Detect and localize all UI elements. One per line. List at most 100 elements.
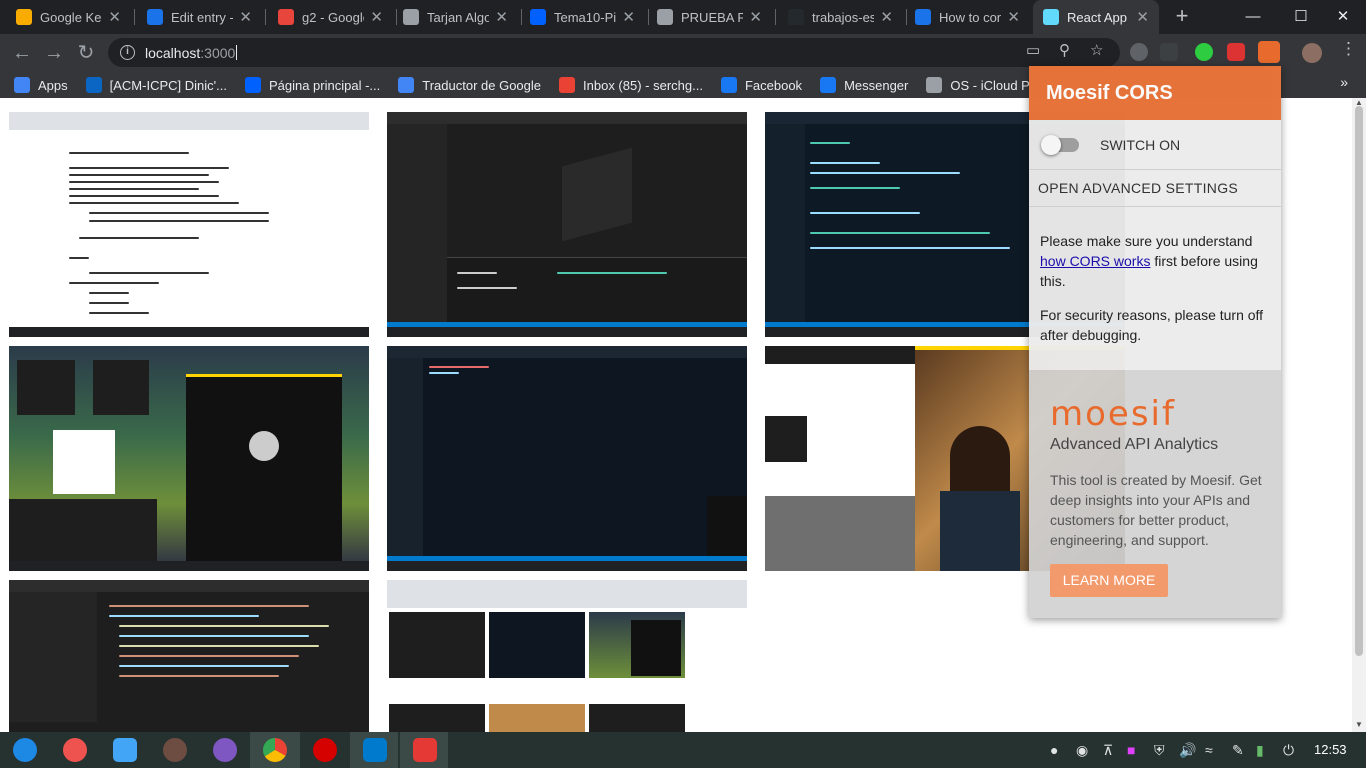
gallery-image[interactable] — [9, 346, 369, 571]
divider — [1029, 206, 1281, 207]
tab-9[interactable]: React App ✕ — [1033, 0, 1159, 34]
how-cors-works-link[interactable]: how CORS works — [1040, 253, 1150, 269]
divider — [1029, 169, 1281, 170]
file-manager-icon[interactable] — [113, 738, 137, 762]
taskbar: ● ◉ ⊼ ■ ⛨ 🔊 ≈ ✎ ▮ ⏻ 12:53 — [0, 732, 1366, 768]
extension-icon[interactable] — [1130, 43, 1148, 61]
gallery-image[interactable] — [9, 580, 369, 732]
gallery-image[interactable] — [387, 580, 747, 608]
google-keep-icon — [16, 9, 32, 25]
close-tab-icon[interactable]: ✕ — [622, 8, 635, 26]
tab-title: PRUEBA Pi — [681, 9, 744, 25]
gallery-image[interactable] — [9, 112, 369, 337]
discord-icon[interactable]: ◉ — [1076, 742, 1088, 759]
tab-5[interactable]: Tema10-Pil ✕ — [520, 0, 645, 34]
tab-2[interactable]: Edit entry - ( ✕ — [137, 0, 262, 34]
close-tab-icon[interactable]: ✕ — [880, 8, 893, 26]
bookmark-favicon-icon — [398, 77, 415, 93]
forward-button[interactable]: → — [40, 40, 68, 66]
extension-icon[interactable] — [1195, 43, 1213, 61]
bookmark-item[interactable]: Apps — [14, 77, 68, 93]
advanced-settings-link[interactable]: OPEN ADVANCED SETTINGS — [1038, 180, 1238, 196]
page-scrollbar[interactable]: ▲ ▼ — [1352, 98, 1366, 732]
pen-icon[interactable]: ✎ — [1232, 742, 1244, 759]
back-button[interactable]: ← — [8, 40, 36, 66]
scrollbar-thumb[interactable] — [1355, 106, 1363, 656]
close-tab-icon[interactable]: ✕ — [749, 8, 762, 26]
close-tab-icon[interactable]: ✕ — [495, 8, 508, 26]
tab-3[interactable]: g2 - Google ✕ — [268, 0, 393, 34]
vscode-icon[interactable] — [363, 738, 387, 762]
opera-icon[interactable] — [313, 738, 337, 762]
cast-icon[interactable]: ▭ — [1026, 41, 1040, 59]
shield-icon[interactable]: ⛨ — [1154, 742, 1165, 759]
terminal-icon[interactable] — [413, 738, 437, 762]
maximize-button[interactable]: ☐ — [1278, 0, 1324, 34]
bookmark-label: Apps — [38, 77, 68, 93]
bookmark-item[interactable]: [ACM-ICPC] Dinic'... — [85, 77, 227, 93]
bookmark-star-icon[interactable]: ☆ — [1090, 41, 1103, 59]
volume-icon[interactable]: 🔊 — [1179, 742, 1196, 759]
tab-1[interactable]: Google Kee ✕ — [6, 0, 131, 34]
chat-icon[interactable]: ● — [1050, 742, 1058, 758]
app-icon[interactable] — [163, 738, 187, 762]
usb-icon[interactable]: ⊼ — [1103, 742, 1113, 759]
address-bar[interactable]: i localhost:3000 — [108, 38, 1120, 67]
battery-icon[interactable]: ▮ — [1256, 742, 1264, 759]
minimize-button[interactable]: — — [1230, 0, 1276, 34]
bookmarks-overflow-icon[interactable]: » — [1340, 74, 1348, 90]
system-monitor-icon[interactable] — [213, 738, 237, 762]
gallery-image[interactable] — [387, 112, 747, 337]
scroll-down-arrow-icon[interactable]: ▼ — [1355, 720, 1363, 729]
cors-switch-toggle[interactable] — [1041, 135, 1079, 155]
bookmark-label: [ACM-ICPC] Dinic'... — [109, 77, 227, 93]
gallery-image[interactable] — [389, 704, 485, 732]
gallery-image[interactable] — [589, 704, 685, 732]
gallery-image[interactable] — [589, 612, 685, 678]
reload-button[interactable]: ↻ — [72, 40, 100, 66]
tab-6[interactable]: PRUEBA Pi ✕ — [647, 0, 772, 34]
learn-more-button[interactable]: LEARN MORE — [1050, 564, 1168, 597]
extension-icon[interactable] — [1227, 43, 1245, 61]
gallery-image[interactable] — [389, 612, 485, 678]
screen-recorder-icon[interactable] — [63, 738, 87, 762]
popup-header: Moesif CORS — [1029, 66, 1281, 120]
bookmark-item[interactable]: Messenger — [820, 77, 908, 93]
popup-title: Moesif CORS — [1046, 82, 1173, 104]
menu-icon[interactable]: ⋮ — [1340, 39, 1357, 59]
close-tab-icon[interactable]: ✕ — [1136, 8, 1149, 26]
tab-8[interactable]: How to con ✕ — [905, 0, 1030, 34]
new-tab-button[interactable]: + — [1170, 5, 1194, 29]
wifi-icon[interactable]: ≈ — [1205, 742, 1213, 758]
close-window-button[interactable]: ✕ — [1320, 0, 1366, 34]
power-icon[interactable]: ⏻ — [1283, 742, 1294, 759]
gallery-image[interactable] — [387, 346, 747, 571]
close-tab-icon[interactable]: ✕ — [370, 8, 383, 26]
moesif-blurb: This tool is created by Moesif. Get deep… — [1050, 472, 1262, 548]
bookmark-item[interactable]: Facebook — [720, 77, 802, 93]
close-tab-icon[interactable]: ✕ — [239, 8, 252, 26]
tab-4[interactable]: Tarjan Algo ✕ — [393, 0, 518, 34]
close-tab-icon[interactable]: ✕ — [1007, 8, 1020, 26]
tab-title: Edit entry - ( — [171, 9, 233, 25]
bookmark-favicon-icon — [926, 77, 943, 93]
profile-avatar[interactable] — [1302, 43, 1322, 63]
tab-7[interactable]: trabajos-es ✕ — [778, 0, 903, 34]
moesif-extension-icon[interactable] — [1258, 41, 1280, 63]
gallery-image[interactable] — [489, 704, 585, 732]
extension-icon[interactable] — [1160, 43, 1178, 61]
dropbox-icon — [530, 9, 546, 25]
app-tray-icon[interactable]: ■ — [1127, 742, 1135, 758]
tab-separator — [775, 9, 776, 25]
bookmark-item[interactable]: Inbox (85) - serchg... — [559, 77, 703, 93]
bookmark-label: Traductor de Google — [422, 77, 542, 93]
bookmark-item[interactable]: Traductor de Google — [398, 77, 541, 93]
zoom-icon[interactable]: ⚲ — [1059, 41, 1070, 59]
launcher-icon[interactable] — [13, 738, 37, 762]
chrome-icon[interactable] — [263, 738, 287, 762]
gallery-image[interactable] — [489, 612, 585, 678]
tab-title: React App — [1067, 9, 1127, 25]
close-tab-icon[interactable]: ✕ — [108, 8, 121, 26]
bookmark-item[interactable]: Página principal -... — [244, 77, 380, 93]
site-info-icon[interactable]: i — [120, 45, 135, 60]
